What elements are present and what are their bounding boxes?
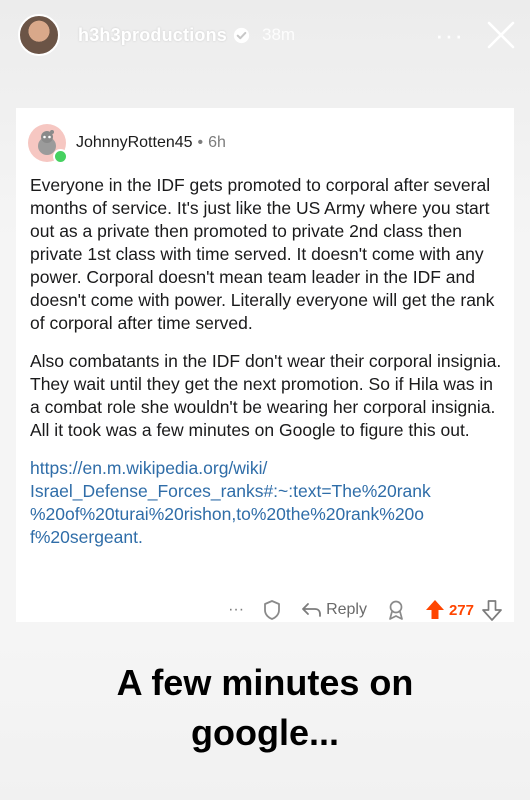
verified-badge-icon [233,27,250,43]
link-line[interactable]: Israel_Defense_Forces_ranks#:~:text=The%… [30,480,506,503]
award-icon [389,600,403,620]
award-button[interactable] [262,599,282,621]
comment-avatar[interactable] [28,124,68,164]
separator-dot: • [197,134,204,151]
online-status-dot [53,149,68,164]
vote-controls: 277 [425,599,502,621]
close-icon[interactable] [486,20,516,50]
reddit-comment-card: JohnnyRotten45 • 6h Everyone in the IDF … [16,108,514,622]
comment-age: 6h [208,134,226,151]
story-caption: A few minutes on google... [0,658,530,758]
reply-button[interactable]: Reply [300,601,367,619]
link-line[interactable]: f%20sergeant. [30,526,506,549]
story-avatar[interactable] [18,14,60,56]
shield-icon [264,600,280,620]
link-line[interactable]: https://en.m.wikipedia.org/wiki/ [30,457,506,480]
story-time: 38m [262,25,296,44]
comment-body: Everyone in the IDF gets promoted to cor… [30,174,506,549]
comment-actions: ··· Reply 277 [16,596,514,624]
link-line[interactable]: %20of%20turai%20rishon,to%20the%20rank%2… [30,503,506,526]
comment-paragraph: Also combatants in the IDF don't wear th… [30,351,502,440]
story-username[interactable]: h3h3productions [78,25,227,46]
reply-arrow-icon [302,603,321,617]
wikipedia-link[interactable]: https://en.m.wikipedia.org/wiki/ Israel_… [30,457,506,549]
comment-header: JohnnyRotten45 • 6h [28,124,226,164]
give-award-button[interactable] [385,599,407,621]
reply-label: Reply [326,601,367,618]
caption-line: A few minutes on [116,662,414,703]
vote-count: 277 [448,601,474,619]
more-actions-button[interactable]: ··· [228,601,244,619]
downvote-icon[interactable] [482,599,502,621]
comment-username[interactable]: JohnnyRotten45 [76,134,193,152]
upvote-icon[interactable] [425,599,445,621]
comment-paragraph: Everyone in the IDF gets promoted to cor… [30,175,495,333]
caption-line: google... [191,712,339,753]
more-options-icon[interactable]: ··· [435,22,464,48]
story-header: h3h3productions 38m ··· [18,12,516,58]
